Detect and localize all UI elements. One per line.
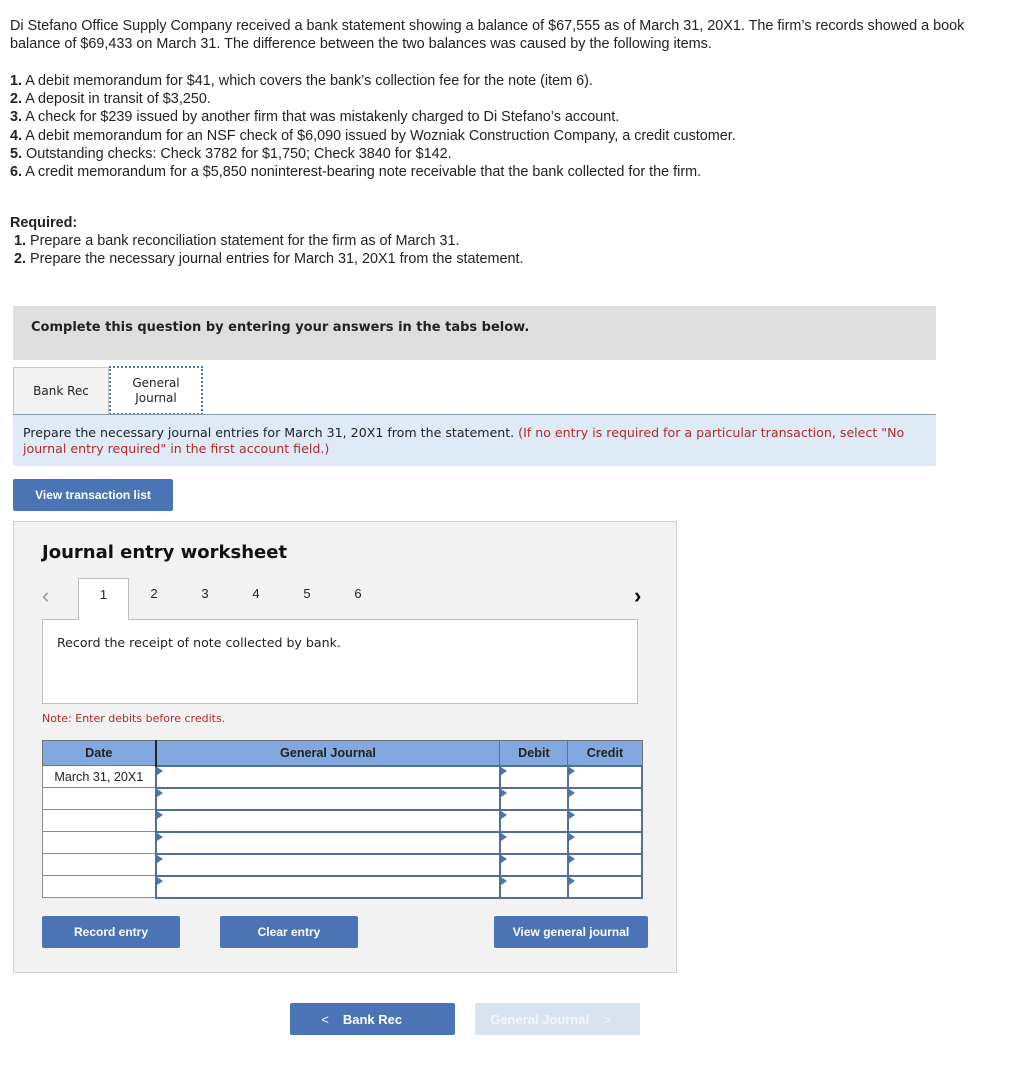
complete-question-banner: Complete this question by entering your …: [13, 306, 936, 360]
item-number: 2.: [14, 251, 27, 268]
required-section: Required: 1. Prepare a bank reconciliati…: [10, 214, 524, 269]
item-number: 3.: [10, 109, 23, 126]
tab-bank-rec[interactable]: Bank Rec: [13, 367, 109, 415]
credit-input[interactable]: [566, 852, 644, 877]
table-row: March 31, 20X1: [41, 764, 644, 789]
date-cell: [41, 875, 157, 898]
date-cell: [41, 853, 157, 876]
credit-input[interactable]: [566, 786, 644, 811]
journal-table: Date General Journal Debit Credit March …: [41, 740, 644, 899]
item-number: 1.: [14, 233, 27, 250]
description-text: Record the receipt of note collected by …: [57, 635, 341, 650]
account-input[interactable]: [154, 830, 501, 855]
button-label: Bank Rec: [342, 1011, 403, 1027]
prev-tab-bank-rec-button[interactable]: <Bank Rec>: [290, 1003, 455, 1035]
item-number: 5.: [10, 145, 23, 162]
entry-tab-5[interactable]: 5: [287, 578, 327, 620]
journal-entry-worksheet: Journal entry worksheet ‹ 1 2 3 4 5 6 › …: [13, 521, 677, 973]
view-transaction-list-button[interactable]: View transaction list: [13, 479, 173, 511]
debit-input[interactable]: [498, 852, 569, 877]
entry-tab-2[interactable]: 2: [134, 578, 174, 620]
entry-tab-1[interactable]: 1: [78, 578, 129, 620]
tab-label: Bank Rec: [33, 384, 89, 398]
required-title: Required:: [10, 215, 78, 231]
item-text: Outstanding checks: Check 3782 for $1,75…: [22, 145, 452, 162]
item-number: 6.: [10, 164, 23, 181]
item-number: 2.: [10, 91, 23, 108]
entry-tab-3[interactable]: 3: [185, 578, 225, 620]
debits-note: Note: Enter debits before credits.: [42, 712, 226, 725]
list-item: 1. Prepare a bank reconciliation stateme…: [10, 232, 524, 250]
debit-input[interactable]: [498, 808, 569, 833]
chevron-right-icon: >: [603, 1011, 611, 1027]
problem-items-list: 1. A debit memorandum for $41, which cov…: [10, 72, 736, 181]
table-row: [41, 874, 644, 899]
credit-input[interactable]: [566, 764, 644, 789]
debit-input[interactable]: [498, 874, 569, 899]
item-text: A debit memorandum for an NSF check of $…: [22, 127, 736, 144]
chevron-right-icon[interactable]: ›: [634, 585, 641, 607]
view-general-journal-button[interactable]: View general journal: [494, 916, 648, 948]
date-cell: [41, 787, 157, 810]
account-input[interactable]: [154, 808, 501, 833]
tab-general-journal[interactable]: General Journal: [109, 366, 203, 415]
table-row: [41, 808, 644, 833]
clear-entry-button[interactable]: Clear entry: [220, 916, 358, 948]
item-text: A deposit in transit of $3,250.: [22, 91, 211, 108]
tab-label: General Journal: [132, 375, 180, 405]
item-text: A check for $239 issued by another firm …: [22, 109, 620, 126]
entry-tab-4[interactable]: 4: [236, 578, 276, 620]
account-input[interactable]: [154, 874, 501, 899]
item-number: 4.: [10, 127, 23, 144]
list-item: 3. A check for $239 issued by another fi…: [10, 108, 736, 126]
item-text: Prepare a bank reconciliation statement …: [26, 233, 460, 250]
account-input[interactable]: [154, 852, 501, 877]
account-input[interactable]: [154, 786, 501, 811]
date-cell: March 31, 20X1: [41, 765, 157, 788]
entry-pager: ‹ 1 2 3 4 5 6 ›: [14, 578, 678, 620]
transaction-description: Record the receipt of note collected by …: [42, 619, 638, 704]
instructions-text: Prepare the necessary journal entries fo…: [23, 425, 519, 440]
list-item: 2. A deposit in transit of $3,250.: [10, 90, 736, 108]
item-number: 1.: [10, 73, 23, 89]
column-header-debit: Debit: [499, 740, 569, 766]
button-label: General Journal: [490, 1011, 590, 1027]
date-cell: [41, 809, 157, 832]
debit-input[interactable]: [498, 830, 569, 855]
worksheet-title: Journal entry worksheet: [42, 542, 288, 563]
next-tab-general-journal-button: General Journal >: [475, 1003, 640, 1035]
list-item: 6. A credit memorandum for a $5,850 noni…: [10, 163, 736, 181]
debit-input[interactable]: [498, 764, 569, 789]
debit-input[interactable]: [498, 786, 569, 811]
item-text: A debit memorandum for $41, which covers…: [22, 73, 593, 89]
list-item: 4. A debit memorandum for an NSF check o…: [10, 127, 736, 145]
table-row: [41, 852, 644, 877]
list-item: 2. Prepare the necessary journal entries…: [10, 250, 524, 268]
problem-statement: Di Stefano Office Supply Company receive…: [10, 17, 1000, 53]
item-text: Prepare the necessary journal entries fo…: [26, 251, 524, 268]
credit-input[interactable]: [566, 874, 644, 899]
column-header-credit: Credit: [567, 740, 643, 766]
chevron-left-icon: <: [321, 1011, 329, 1027]
column-header-date: Date: [41, 740, 157, 766]
record-entry-button[interactable]: Record entry: [42, 916, 180, 948]
date-cell: [41, 831, 157, 854]
table-row: [41, 786, 644, 811]
entry-tab-6[interactable]: 6: [338, 578, 378, 620]
item-text: A credit memorandum for a $5,850 noninte…: [22, 164, 702, 181]
list-item: 5. Outstanding checks: Check 3782 for $1…: [10, 145, 736, 163]
table-header-row: Date General Journal Debit Credit: [41, 740, 643, 766]
problem-intro: Di Stefano Office Supply Company receive…: [10, 18, 965, 52]
account-input[interactable]: [154, 764, 501, 789]
chevron-left-icon[interactable]: ‹: [42, 585, 49, 607]
column-header-general-journal: General Journal: [154, 740, 501, 766]
instructions-box: Prepare the necessary journal entries fo…: [13, 415, 936, 466]
credit-input[interactable]: [566, 830, 644, 855]
table-row: [41, 830, 644, 855]
credit-input[interactable]: [566, 808, 644, 833]
list-item: 1. A debit memorandum for $41, which cov…: [10, 72, 736, 90]
